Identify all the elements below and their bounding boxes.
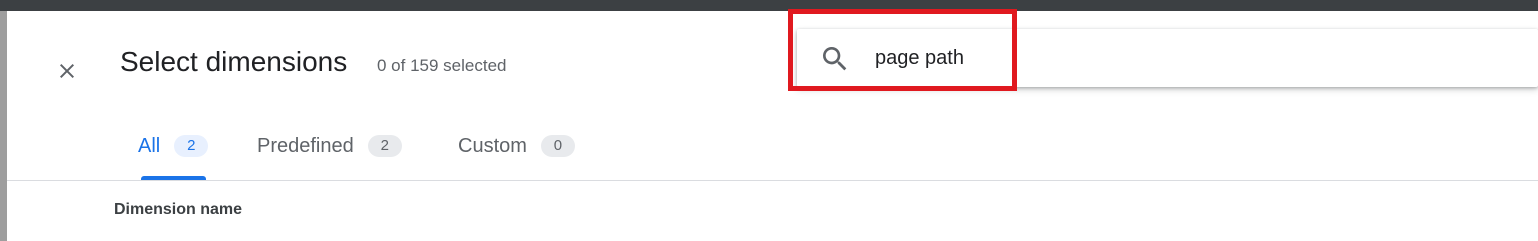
tab-count-badge: 0 [540, 135, 575, 157]
tab-custom[interactable]: Custom 0 [458, 129, 575, 163]
tab-label: Custom [458, 134, 527, 157]
top-bar [0, 0, 1538, 11]
search-input[interactable] [875, 41, 1515, 75]
tab-label: All [138, 134, 161, 157]
tab-count-badge: 2 [367, 135, 402, 157]
dialog-title: Select dimensions [120, 46, 348, 77]
tab-all[interactable]: All 2 [138, 129, 209, 163]
close-button[interactable] [47, 51, 87, 91]
select-dimensions-panel: Select dimensions 0 of 159 selected All … [7, 11, 1538, 241]
selected-count: 0 of 159 selected [377, 56, 507, 75]
tabs-divider [7, 180, 1538, 181]
tab-count-badge: 2 [174, 135, 209, 157]
tab-predefined[interactable]: Predefined 2 [257, 129, 402, 163]
close-icon [60, 64, 74, 78]
tab-label: Predefined [257, 134, 354, 157]
search-icon [823, 47, 847, 71]
column-header-dimension-name[interactable]: Dimension name [114, 201, 242, 219]
search-box[interactable] [797, 29, 1538, 87]
